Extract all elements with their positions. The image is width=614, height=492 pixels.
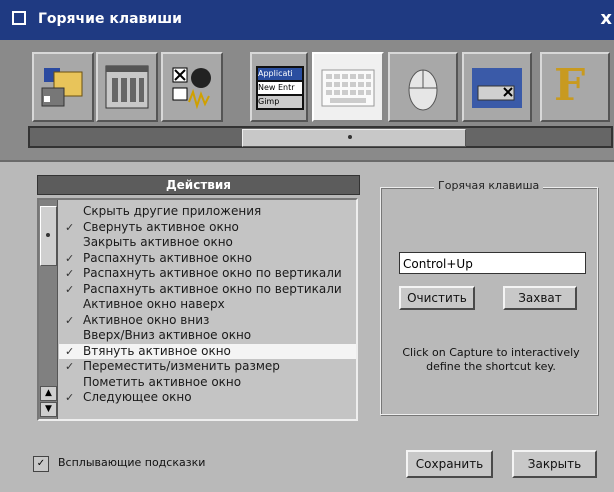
check-icon: ✓	[65, 313, 75, 327]
taskbar-panel-tile[interactable]: Applicati New Entr Gimp	[250, 52, 308, 122]
list-item-label: Переместить/изменить размер	[83, 359, 280, 373]
save-button[interactable]: Сохранить	[406, 450, 493, 478]
close-button[interactable]: Закрыть	[512, 450, 597, 478]
close-icon[interactable]: x	[600, 8, 612, 29]
clear-button[interactable]: Очистить	[399, 286, 475, 310]
list-item[interactable]: Пометить активное окно	[59, 375, 356, 391]
panel-scrollbar-thumb[interactable]	[242, 129, 466, 147]
list-item-label: Распахнуть активное окно	[83, 250, 252, 265]
task-label: New Entr	[258, 82, 302, 94]
folder-icon	[41, 68, 83, 107]
list-item[interactable]: ✓ Активное окно вниз	[59, 313, 356, 329]
list-item[interactable]: Активное окно наверх	[59, 297, 356, 313]
media-panel-tile[interactable]	[161, 52, 223, 122]
media-icon	[172, 67, 211, 110]
check-icon: ✓	[65, 360, 75, 373]
font-panel-tile[interactable]: F	[540, 52, 610, 122]
font-icon: F	[554, 60, 586, 111]
list-item-label: Вверх/Вниз активное окно	[83, 328, 252, 342]
window-menu-icon[interactable]	[12, 11, 26, 25]
list-item[interactable]: ✓ Следующее окно	[59, 390, 356, 406]
list-item-label: Закрыть активное окно	[83, 235, 233, 249]
tooltips-label: Всплывающие подсказки	[58, 456, 206, 469]
list-item-label: Распахнуть активное окно по вертикали	[83, 266, 342, 280]
folder-panel-tile[interactable]	[32, 52, 94, 122]
window-placement-icon	[472, 68, 522, 108]
list-item[interactable]: ✓ Распахнуть активное окно по вертикали	[59, 266, 356, 282]
actions-scrollbar-thumb[interactable]	[40, 206, 57, 266]
check-icon: ✓	[65, 267, 75, 280]
list-item-label: Скрыть другие приложения	[83, 204, 262, 218]
scroll-down-button[interactable]: ▼	[40, 402, 57, 417]
check-icon: ✓	[65, 220, 75, 234]
list-item[interactable]: ✓ Втянуть активное окно	[59, 343, 356, 359]
list-item[interactable]: ✓ Свернуть активное окно	[59, 220, 356, 236]
list-item-label: Пометить активное окно	[83, 374, 242, 389]
list-item[interactable]: Вверх/Вниз активное окно	[59, 328, 356, 344]
list-item-label: Распахнуть активное окно по вертикали	[83, 281, 342, 296]
list-item-label: Свернуть активное окно	[83, 219, 239, 234]
list-item-label: Втянуть активное окно	[83, 343, 231, 358]
panel-strip: Applicati New Entr Gimp F	[0, 40, 614, 162]
window-title: Горячие клавиши	[38, 11, 182, 27]
task-label: Gimp	[258, 96, 302, 108]
hotkey-group: Горячая клавиша Control+Up Очистить Захв…	[380, 179, 598, 415]
grip-dot	[348, 135, 352, 139]
list-item[interactable]: Скрыть другие приложения	[59, 204, 356, 220]
list-item[interactable]: ✓ Переместить/изменить размер	[59, 359, 356, 375]
hotkeys-window: Горячие клавиши x Applicati New Entr Gim…	[0, 0, 614, 492]
keyboard-panel-tile[interactable]	[312, 52, 384, 122]
check-icon: ✓	[65, 391, 75, 404]
check-icon: ✓	[65, 251, 75, 265]
actions-header: Действия	[37, 175, 360, 195]
window-panel-tile[interactable]	[96, 52, 158, 122]
scroll-up-button[interactable]: ▲	[40, 386, 57, 401]
tooltips-checkbox[interactable]: ✓	[33, 456, 49, 472]
list-item[interactable]: ✓ Распахнуть активное окно	[59, 251, 356, 267]
task-label: Applicati	[258, 68, 302, 80]
check-icon: ✓	[65, 344, 75, 358]
mouse-icon	[408, 69, 438, 111]
actions-scrollbar[interactable]: ▲ ▼	[39, 200, 58, 419]
list-item-label: Следующее окно	[83, 390, 192, 404]
check-icon: ✓	[65, 282, 75, 296]
title-bar[interactable]: Горячие клавиши x	[0, 0, 614, 40]
capture-button[interactable]: Захват	[503, 286, 577, 310]
mouse-panel-tile[interactable]	[388, 52, 458, 122]
actions-items: Скрыть другие приложения ✓ Свернуть активн…	[59, 204, 356, 406]
list-item-label: Активное окно вниз	[83, 312, 210, 327]
actions-list[interactable]: ▲ ▼ Скрыть другие приложения ✓ Свернуть ак…	[37, 198, 358, 421]
hotkey-group-title: Горячая клавиша	[434, 179, 544, 192]
list-item[interactable]: Закрыть активное окно	[59, 235, 356, 251]
list-item-label: Активное окно наверх	[83, 297, 225, 311]
capture-hint: Click on Capture to interactively define…	[402, 346, 580, 373]
window-placement-panel-tile[interactable]	[462, 52, 532, 122]
keyboard-icon	[321, 69, 375, 107]
panel-scrollbar[interactable]	[28, 126, 613, 148]
list-item[interactable]: ✓ Распахнуть активное окно по вертикали	[59, 282, 356, 298]
window-layout-icon	[105, 65, 149, 109]
grip-dot	[46, 233, 50, 237]
hotkey-field[interactable]: Control+Up	[399, 252, 586, 274]
